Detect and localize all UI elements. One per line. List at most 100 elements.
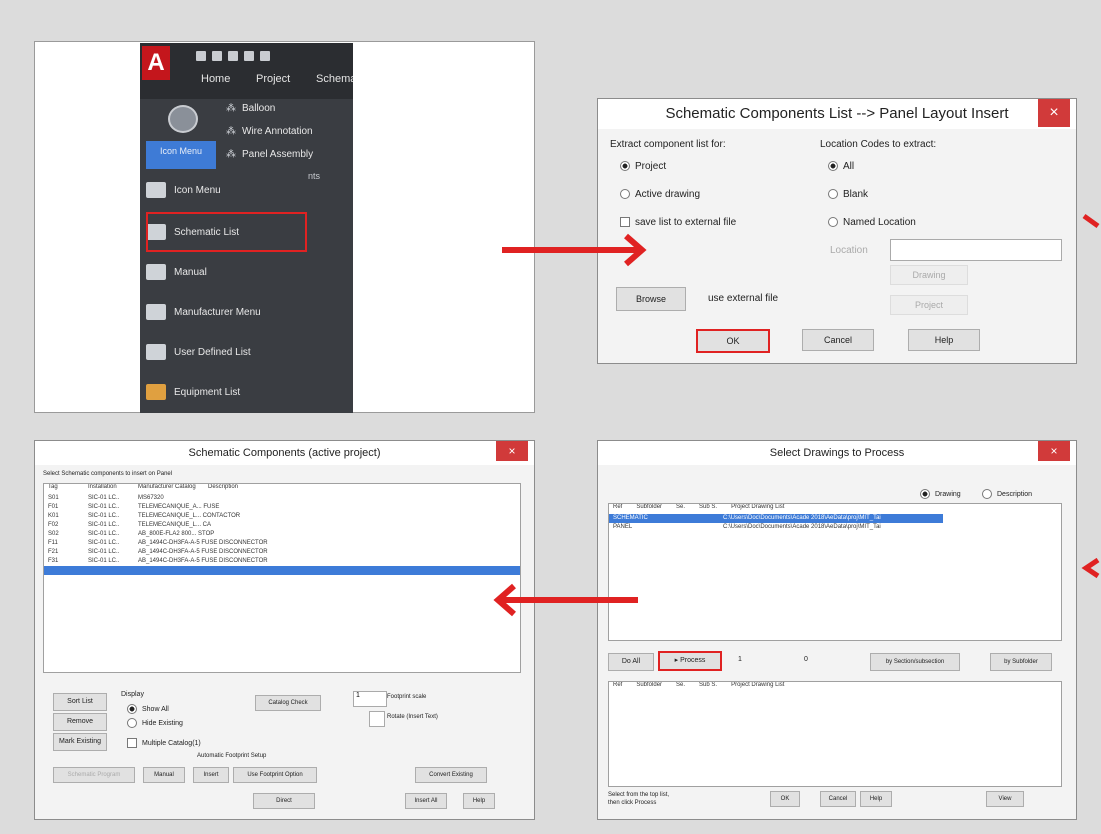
menu-item-manual[interactable]: Manual [146, 257, 301, 287]
table-row[interactable]: F21 SIC-01 LC.. AB_1494C-DH3FA-A-5 FUSE DI… [44, 548, 520, 557]
components-list[interactable]: Tag Installation Manufacturer Catalog Descr… [43, 483, 521, 673]
convert-existing-button[interactable]: Convert Existing [415, 767, 487, 783]
table-row[interactable]: F11 SIC-01 LC.. AB_1494C-DH3FA-A-5 FUSE DI… [44, 539, 520, 548]
range-end: 0 [804, 656, 808, 663]
mark-existing-button[interactable]: Mark Existing [53, 733, 107, 751]
automatic-footprint-label: Automatic Footprint Setup [197, 753, 267, 759]
table-row[interactable]: F31 SIC-01 LC.. AB_1494C-DH3FA-A-5 FUSE DI… [44, 557, 520, 566]
browse-button[interactable]: Browse [616, 287, 686, 311]
icon-menu-label: Icon Menu [146, 141, 216, 169]
tab-project[interactable]: Project [256, 73, 290, 85]
ribbon-item-panel-assembly[interactable]: ⁂ Panel Assembly [226, 149, 313, 160]
project-button[interactable]: Project [890, 295, 968, 315]
direct-button[interactable]: Direct [253, 793, 315, 809]
user-defined-list-icon [146, 344, 166, 360]
icon-menu-split-button[interactable]: Icon Menu [146, 101, 216, 171]
footprint-scale-input[interactable]: 1 [353, 691, 387, 707]
menu-item-equipment-list[interactable]: Equipment List [146, 377, 301, 407]
radio-drawing[interactable]: Drawing [920, 489, 961, 499]
dialog-subtitle: Select Schematic components to insert on… [43, 471, 173, 477]
by-subfolder-button[interactable]: by Subfolder [990, 653, 1052, 671]
schematic-list-highlight [146, 212, 307, 252]
by-section-button[interactable]: by Section/subsection [870, 653, 960, 671]
rotate-input[interactable] [369, 711, 385, 727]
radio-project[interactable]: Project [620, 161, 666, 172]
extract-label: Extract component list for: [610, 139, 726, 150]
view-button[interactable]: View [986, 791, 1024, 807]
table-row[interactable]: K01 SIC-01 LC.. TELEMECANIQUE_L... CONTACT… [44, 512, 520, 521]
ok-button[interactable]: OK [696, 329, 770, 353]
tab-schematic[interactable]: Schema [316, 73, 353, 85]
undo-icon[interactable] [244, 51, 254, 61]
list-item[interactable]: PANEL C:\Users\Doc\Documents\Acade 2018\A… [609, 523, 1061, 532]
select-drawings-dialog: Select Drawings to Process × Drawing Des… [597, 440, 1077, 820]
radio-description[interactable]: Description [982, 489, 1032, 499]
table-row-selected[interactable] [44, 566, 520, 575]
ribbon-item-wire-annotation[interactable]: ⁂ Wire Annotation [226, 126, 313, 137]
radio-blank[interactable]: Blank [828, 189, 868, 200]
cancel-button[interactable]: Cancel [802, 329, 874, 351]
location-input[interactable] [890, 239, 1062, 261]
table-row[interactable]: S01 SIC-01 LC.. MS67320 [44, 494, 520, 503]
radio-all[interactable]: All [828, 161, 854, 172]
range-start: 1 [738, 656, 742, 663]
catalog-check-button[interactable]: Catalog Check [255, 695, 321, 711]
icon-menu-item-icon [146, 182, 166, 198]
radio-icon [828, 189, 838, 200]
close-button[interactable]: × [1038, 99, 1070, 127]
insert-button[interactable]: Insert [193, 767, 229, 783]
autocad-logo[interactable]: A [142, 46, 170, 80]
radio-show-all[interactable]: Show All [127, 704, 169, 714]
radio-hide-existing[interactable]: Hide Existing [127, 718, 183, 728]
new-icon[interactable] [196, 51, 206, 61]
arrow-down-edge-icon [1081, 213, 1100, 579]
footprint-scale-label: Footprint scale [387, 694, 427, 700]
drawing-button[interactable]: Drawing [890, 265, 968, 285]
redo-icon[interactable] [260, 51, 270, 61]
close-button[interactable]: × [496, 441, 528, 461]
help-button[interactable]: Help [908, 329, 980, 351]
do-all-button[interactable]: Do All [608, 653, 654, 671]
ribbon-item-balloon[interactable]: ⁂ Balloon [226, 103, 275, 114]
remove-button[interactable]: Remove [53, 713, 107, 731]
list-header: Ref Subfolder Se. Sub S. Project Drawing Lis… [613, 504, 785, 510]
save-icon[interactable] [228, 51, 238, 61]
manual-button[interactable]: Manual [143, 767, 185, 783]
schematic-components-dialog: Schematic Components (active project) × … [34, 440, 535, 820]
rotate-label: Rotate (Insert Text) [387, 714, 438, 720]
display-label: Display [121, 691, 144, 698]
manual-icon [146, 264, 166, 280]
menu-item-user-defined-list[interactable]: User Defined List [146, 337, 301, 367]
project-drawing-list[interactable]: Ref Subfolder Se. Sub S. Project Drawing Lis… [608, 503, 1062, 641]
table-row[interactable]: F01 SIC-01 LC.. TELEMECANIQUE_A... FUSE [44, 503, 520, 512]
process-button[interactable]: ▸ Process [658, 651, 722, 671]
use-footprint-button[interactable]: Use Footprint Option [233, 767, 317, 783]
menu-item-manufacturer-menu[interactable]: Manufacturer Menu [146, 297, 301, 327]
process-list[interactable]: Ref Subfolder Se. Sub S. Project Drawing Lis… [608, 681, 1062, 787]
equipment-list-icon [146, 384, 166, 400]
cancel-button[interactable]: Cancel [820, 791, 856, 807]
radio-icon [127, 704, 137, 714]
help-button[interactable]: Help [463, 793, 495, 809]
menu-screenshot-panel: A Home Project Schema Icon Menu ⁂ Balloon… [34, 41, 535, 413]
save-list-checkbox[interactable]: save list to external file [620, 217, 736, 228]
insert-all-button[interactable]: Insert All [405, 793, 447, 809]
list-item[interactable]: SCHEMATIC C:\Users\Doc\Documents\Acade 20… [609, 514, 943, 523]
table-row[interactable]: S02 SIC-01 LC.. AB_800E-FLA2 800... STOP [44, 530, 520, 539]
radio-icon [828, 161, 838, 172]
sort-list-button[interactable]: Sort List [53, 693, 107, 711]
multiple-catalog-checkbox[interactable]: Multiple Catalog(1) [127, 738, 201, 748]
radio-active-drawing[interactable]: Active drawing [620, 189, 700, 200]
menu-item-icon-menu[interactable]: Icon Menu [146, 175, 301, 205]
open-icon[interactable] [212, 51, 222, 61]
radio-named-location[interactable]: Named Location [828, 217, 916, 228]
table-row[interactable]: F02 SIC-01 LC.. TELEMECANIQUE_L... CA [44, 521, 520, 530]
close-button[interactable]: × [1038, 441, 1070, 461]
schematic-program-button[interactable]: Schematic Program [53, 767, 135, 783]
list-header: Tag Installation Manufacturer Catalog Descr… [48, 484, 239, 490]
help-button[interactable]: Help [860, 791, 892, 807]
ok-button[interactable]: OK [770, 791, 800, 807]
tab-home[interactable]: Home [201, 73, 230, 85]
manufacturer-menu-icon [146, 304, 166, 320]
icon-menu-dropdown: Icon Menu Schematic List Manual Manufact… [140, 173, 305, 413]
